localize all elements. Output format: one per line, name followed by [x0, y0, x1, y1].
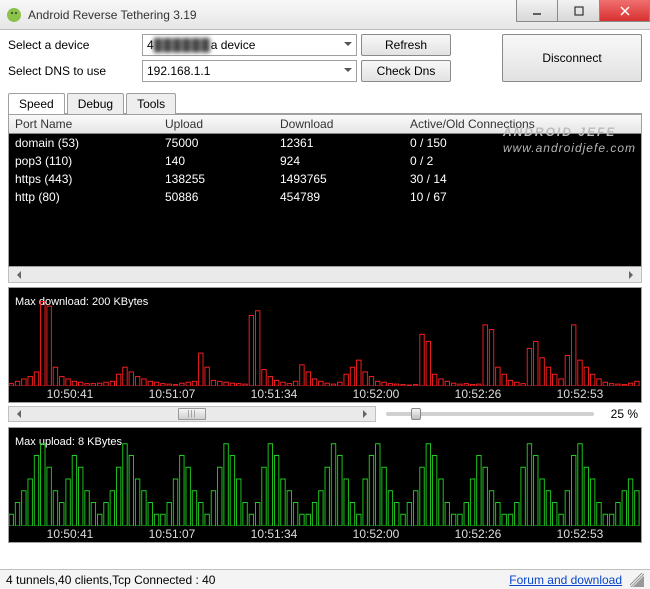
cell-conn: 10 / 67 [404, 188, 641, 206]
graph-hscroll[interactable] [8, 406, 376, 422]
scroll-right-icon[interactable] [359, 407, 375, 421]
title-bar: Android Reverse Tethering 3.19 [0, 0, 650, 30]
xtick: 10:52:00 [353, 527, 400, 541]
cell-port: http (80) [9, 188, 159, 206]
device-label: Select a device [8, 38, 138, 52]
header-port[interactable]: Port Name [9, 115, 159, 133]
xtick: 10:52:26 [455, 527, 502, 541]
xtick: 10:50:41 [47, 527, 94, 541]
device-value-prefix: 4 [147, 38, 154, 52]
device-value-suffix: a device [211, 38, 256, 52]
cell-download: 1493765 [274, 170, 404, 188]
cell-upload: 75000 [159, 134, 274, 152]
cell-port: domain (53) [9, 134, 159, 152]
xtick: 10:51:07 [149, 527, 196, 541]
tab-speed[interactable]: Speed [8, 93, 65, 114]
status-text: 4 tunnels,40 clients,Tcp Connected : 40 [6, 573, 509, 587]
cell-conn: 30 / 14 [404, 170, 641, 188]
cell-port: pop3 (110) [9, 152, 159, 170]
slider-knob[interactable] [411, 408, 421, 420]
device-combo[interactable]: 4 ██████ a device [142, 34, 357, 56]
status-bar: 4 tunnels,40 clients,Tcp Connected : 40 … [0, 569, 650, 589]
table-row[interactable]: http (80)5088645478910 / 67 [9, 188, 641, 206]
xtick: 10:51:34 [251, 387, 298, 401]
header-download[interactable]: Download [274, 115, 404, 133]
header-conn[interactable]: Active/Old Connections [404, 115, 641, 133]
dns-combo[interactable]: 192.168.1.1 [142, 60, 357, 82]
disconnect-button[interactable]: Disconnect [502, 34, 642, 82]
port-table: Port Name Upload Download Active/Old Con… [8, 114, 642, 267]
table-row[interactable]: domain (53)75000123610 / 150 [9, 134, 641, 152]
forum-link[interactable]: Forum and download [509, 573, 622, 587]
cell-conn: 0 / 2 [404, 152, 641, 170]
tabs: Speed Debug Tools [8, 92, 642, 114]
tab-tools[interactable]: Tools [126, 93, 176, 114]
minimize-button[interactable] [516, 0, 558, 22]
table-row[interactable]: pop3 (110)1409240 / 2 [9, 152, 641, 170]
xtick: 10:51:34 [251, 527, 298, 541]
cell-upload: 138255 [159, 170, 274, 188]
dns-value: 192.168.1.1 [147, 64, 210, 78]
scroll-right-icon[interactable] [625, 267, 641, 282]
scroll-thumb[interactable] [178, 408, 206, 420]
download-graph: Max download: 200 KBytes 10:50:4110:51:0… [8, 287, 642, 403]
cell-download: 12361 [274, 134, 404, 152]
scroll-left-icon[interactable] [9, 407, 25, 421]
device-value-blurred: ██████ [154, 38, 211, 52]
cell-download: 454789 [274, 188, 404, 206]
table-row[interactable]: https (443)138255149376530 / 14 [9, 170, 641, 188]
window-title: Android Reverse Tethering 3.19 [28, 8, 516, 22]
resize-grip[interactable] [630, 573, 644, 587]
xtick: 10:52:26 [455, 387, 502, 401]
cell-conn: 0 / 150 [404, 134, 641, 152]
upload-graph: Max upload: 8 KBytes 10:50:4110:51:0710:… [8, 427, 642, 543]
refresh-button[interactable]: Refresh [361, 34, 451, 56]
xtick: 10:52:53 [557, 527, 604, 541]
port-table-hscroll[interactable] [8, 267, 642, 283]
scroll-left-icon[interactable] [9, 267, 25, 282]
xtick: 10:52:00 [353, 387, 400, 401]
zoom-percent: 25 % [604, 407, 642, 421]
cell-download: 924 [274, 152, 404, 170]
check-dns-button[interactable]: Check Dns [361, 60, 451, 82]
xtick: 10:50:41 [47, 387, 94, 401]
port-table-header: Port Name Upload Download Active/Old Con… [9, 115, 641, 134]
header-upload[interactable]: Upload [159, 115, 274, 133]
cell-upload: 50886 [159, 188, 274, 206]
cell-upload: 140 [159, 152, 274, 170]
dns-label: Select DNS to use [8, 64, 138, 78]
xtick: 10:52:53 [557, 387, 604, 401]
close-button[interactable] [600, 0, 650, 22]
xtick: 10:51:07 [149, 387, 196, 401]
app-icon [6, 7, 22, 23]
tab-debug[interactable]: Debug [67, 93, 124, 114]
cell-port: https (443) [9, 170, 159, 188]
maximize-button[interactable] [558, 0, 600, 22]
zoom-slider[interactable] [386, 412, 594, 416]
